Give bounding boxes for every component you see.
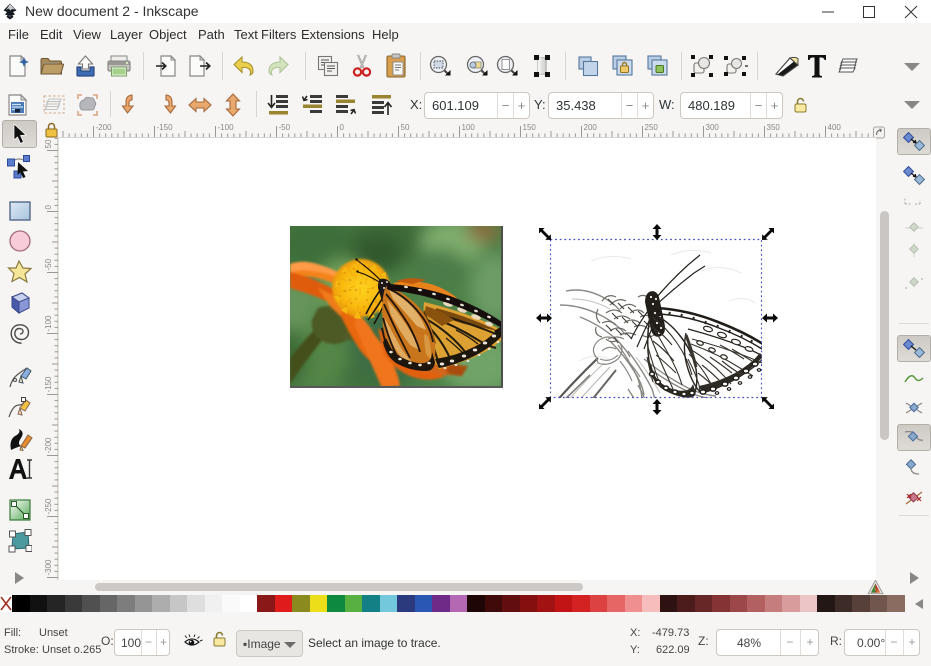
svg-text:-200: -200 [96, 123, 113, 132]
svg-text:-150: -150 [157, 123, 174, 132]
svg-text:-250: -250 [44, 498, 53, 515]
svg-text:-50: -50 [44, 258, 53, 270]
svg-text:-100: -100 [44, 315, 53, 332]
svg-text:100: 100 [462, 123, 476, 132]
svg-text:0: 0 [44, 205, 53, 210]
svg-text:300: 300 [706, 123, 720, 132]
svg-text:-50: -50 [279, 123, 291, 132]
svg-text:150: 150 [523, 123, 537, 132]
svg-text:400: 400 [828, 123, 842, 132]
svg-text:200: 200 [584, 123, 598, 132]
svg-text:50: 50 [44, 139, 53, 148]
svg-text:-300: -300 [44, 559, 53, 576]
svg-text:250: 250 [645, 123, 659, 132]
svg-text:-150: -150 [44, 376, 53, 393]
svg-text:-100: -100 [218, 123, 235, 132]
svg-text:-200: -200 [44, 437, 53, 454]
svg-text:50: 50 [401, 123, 410, 132]
svg-text:350: 350 [767, 123, 781, 132]
svg-text:0: 0 [340, 123, 345, 132]
